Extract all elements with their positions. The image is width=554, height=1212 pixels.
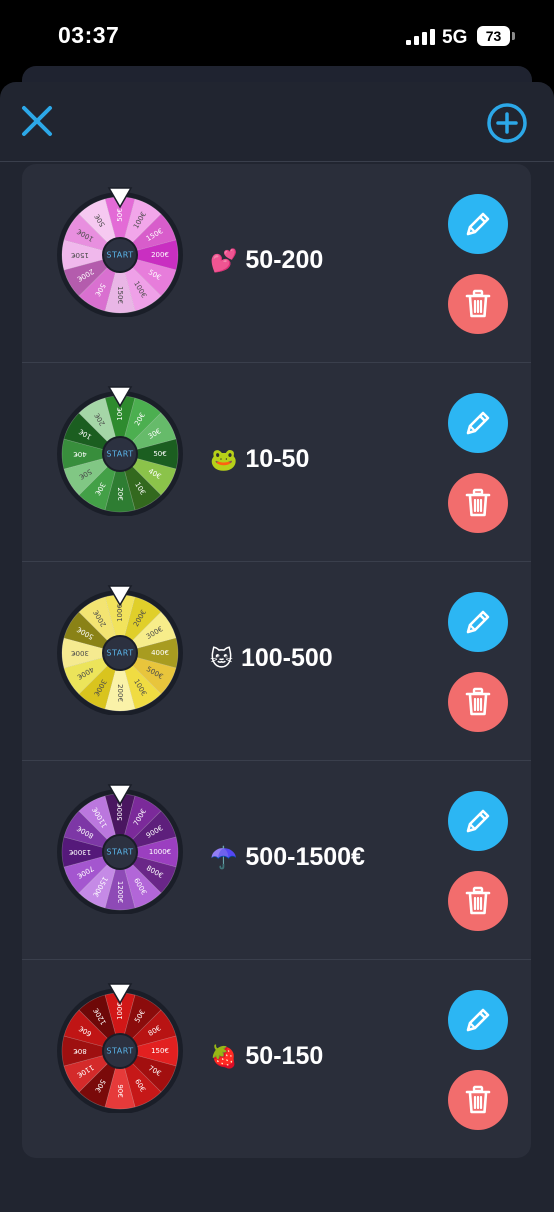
delete-button[interactable] xyxy=(448,274,508,334)
close-icon[interactable] xyxy=(18,102,56,140)
wheel-segment-label: 10€ xyxy=(116,407,124,420)
edit-button[interactable] xyxy=(448,592,508,652)
wheel-preview[interactable]: 500€ 700€900€1000€800€600€1200€1500€700€1… xyxy=(54,782,186,914)
status-bar: 03:37 5G 73 xyxy=(0,0,554,74)
plus-circle-icon[interactable] xyxy=(486,102,528,144)
status-time: 03:37 xyxy=(58,22,120,48)
wheel-segment-label: 150€ xyxy=(116,286,124,304)
pencil-icon xyxy=(466,411,490,435)
pencil-icon xyxy=(466,610,490,634)
wheel-emoji: ☂️ xyxy=(210,845,238,870)
wheel-preview[interactable]: 50€ 100€150€200€50€100€150€50€200€150€100… xyxy=(54,185,186,317)
wheel-row[interactable]: 10€ 20€ 30€ 50€ 40€ 10€ 20€ 30€ 50€ 40€ 10€ 20€ STAR… xyxy=(22,363,531,562)
wheel-start-label: START xyxy=(106,1047,133,1056)
wheel-segment-label: 200€ xyxy=(151,251,169,259)
wheel-segment-label: 400€ xyxy=(151,649,169,657)
pencil-icon xyxy=(466,809,490,833)
wheel-segment-label: 500€ xyxy=(116,803,124,821)
wheel-title: 50-200 xyxy=(245,246,324,274)
wheel-segment-label: 1000€ xyxy=(149,848,171,856)
wheel-segment-label: 80€ xyxy=(73,1047,86,1055)
wheel-segment-label: 200€ xyxy=(116,684,124,702)
wheel-segment-label: 1300€ xyxy=(69,848,91,856)
trash-icon xyxy=(465,488,491,517)
wheel-segment-label: 50€ xyxy=(116,208,124,221)
wheel-segment-label: 100€ xyxy=(116,604,124,622)
wheel-row[interactable]: 100€ 200€ 300€ 400€ 500€ 100€ 200€ 300€ 400€ 300€… xyxy=(22,562,531,761)
wheel-preview[interactable]: 100€ 200€300€400€500€100€200€300€400€300€… xyxy=(54,583,186,715)
wheel-emoji: 🍓 xyxy=(210,1044,238,1069)
delete-button[interactable] xyxy=(448,473,508,533)
wheel-title-group: 🍓 50-150 xyxy=(210,1042,323,1071)
pencil-icon xyxy=(466,1008,490,1032)
edit-button[interactable] xyxy=(448,791,508,851)
wheel-start-label: START xyxy=(106,848,133,857)
edit-button[interactable] xyxy=(448,393,508,453)
wheel-segment-label: 50€ xyxy=(153,450,166,458)
delete-button[interactable] xyxy=(448,672,508,732)
wheel-start-label: START xyxy=(106,251,133,260)
wheel-emoji: 💕 xyxy=(210,248,238,273)
wheel-title: 50-150 xyxy=(245,1042,324,1070)
edit-button[interactable] xyxy=(448,990,508,1050)
wheel-row[interactable]: 50€ 100€ 150€ 200€ 50€ 100€ 150€ 50€ 200€ 150€ 100… xyxy=(22,164,531,363)
wheel-title: 100-500 xyxy=(240,644,333,672)
wheel-segment-label: 1200€ xyxy=(116,881,124,903)
edit-button[interactable] xyxy=(448,194,508,254)
wheel-segment-label: 40€ xyxy=(73,450,86,458)
wheel-row[interactable]: 500€ 700€ 900€ 1000€ 800€ 600€ 1200€ 1500€ 700€ 1… xyxy=(22,761,531,960)
wheel-emoji: 🐸 xyxy=(210,447,238,472)
wheel-start-label: START xyxy=(106,649,133,658)
wheel-title: 500-1500€ xyxy=(245,843,365,871)
header-divider xyxy=(0,161,554,162)
trash-icon xyxy=(465,687,491,716)
wheel-title-group: ☂️ 500-1500€ xyxy=(210,843,365,872)
wheel-preview[interactable]: 10€ 20€30€50€40€10€20€30€50€40€10€20€STAR… xyxy=(54,384,186,516)
wheel-title-group: 🐱 100-500 xyxy=(210,644,333,673)
trash-icon xyxy=(465,289,491,318)
pencil-icon xyxy=(466,212,490,236)
wheel-title-group: 💕 50-200 xyxy=(210,246,323,275)
wheel-list: 50€ 100€ 150€ 200€ 50€ 100€ 150€ 50€ 200€ 150€ 100… xyxy=(22,164,531,1158)
wheel-emoji: 🐱 xyxy=(210,646,233,671)
battery-indicator: 73 xyxy=(477,26,510,46)
delete-button[interactable] xyxy=(448,1070,508,1130)
wheel-segment-label: 300€ xyxy=(71,649,89,657)
wheel-segment-label: 150€ xyxy=(71,251,89,259)
network-label: 5G xyxy=(442,27,468,48)
wheel-title-group: 🐸 10-50 xyxy=(210,445,309,474)
signal-icon xyxy=(406,29,435,45)
wheel-row[interactable]: 100€ 50€ 80€ 150€ 70€ 60€ 90€ 50€ 110€ 80€ 60€ 120€… xyxy=(22,960,531,1158)
trash-icon xyxy=(465,886,491,915)
delete-button[interactable] xyxy=(448,871,508,931)
sheet-header xyxy=(0,82,554,162)
trash-icon xyxy=(465,1085,491,1114)
wheel-start-label: START xyxy=(106,450,133,459)
wheel-segment-label: 100€ xyxy=(116,1002,124,1020)
wheel-segment-label: 20€ xyxy=(116,487,124,500)
wheel-segment-label: 150€ xyxy=(151,1047,169,1055)
wheel-segment-label: 90€ xyxy=(116,1084,124,1097)
wheel-preview[interactable]: 100€ 50€80€150€70€60€90€50€110€80€60€120€… xyxy=(54,981,186,1113)
wheel-title: 10-50 xyxy=(245,445,310,473)
battery-tip xyxy=(512,32,515,40)
